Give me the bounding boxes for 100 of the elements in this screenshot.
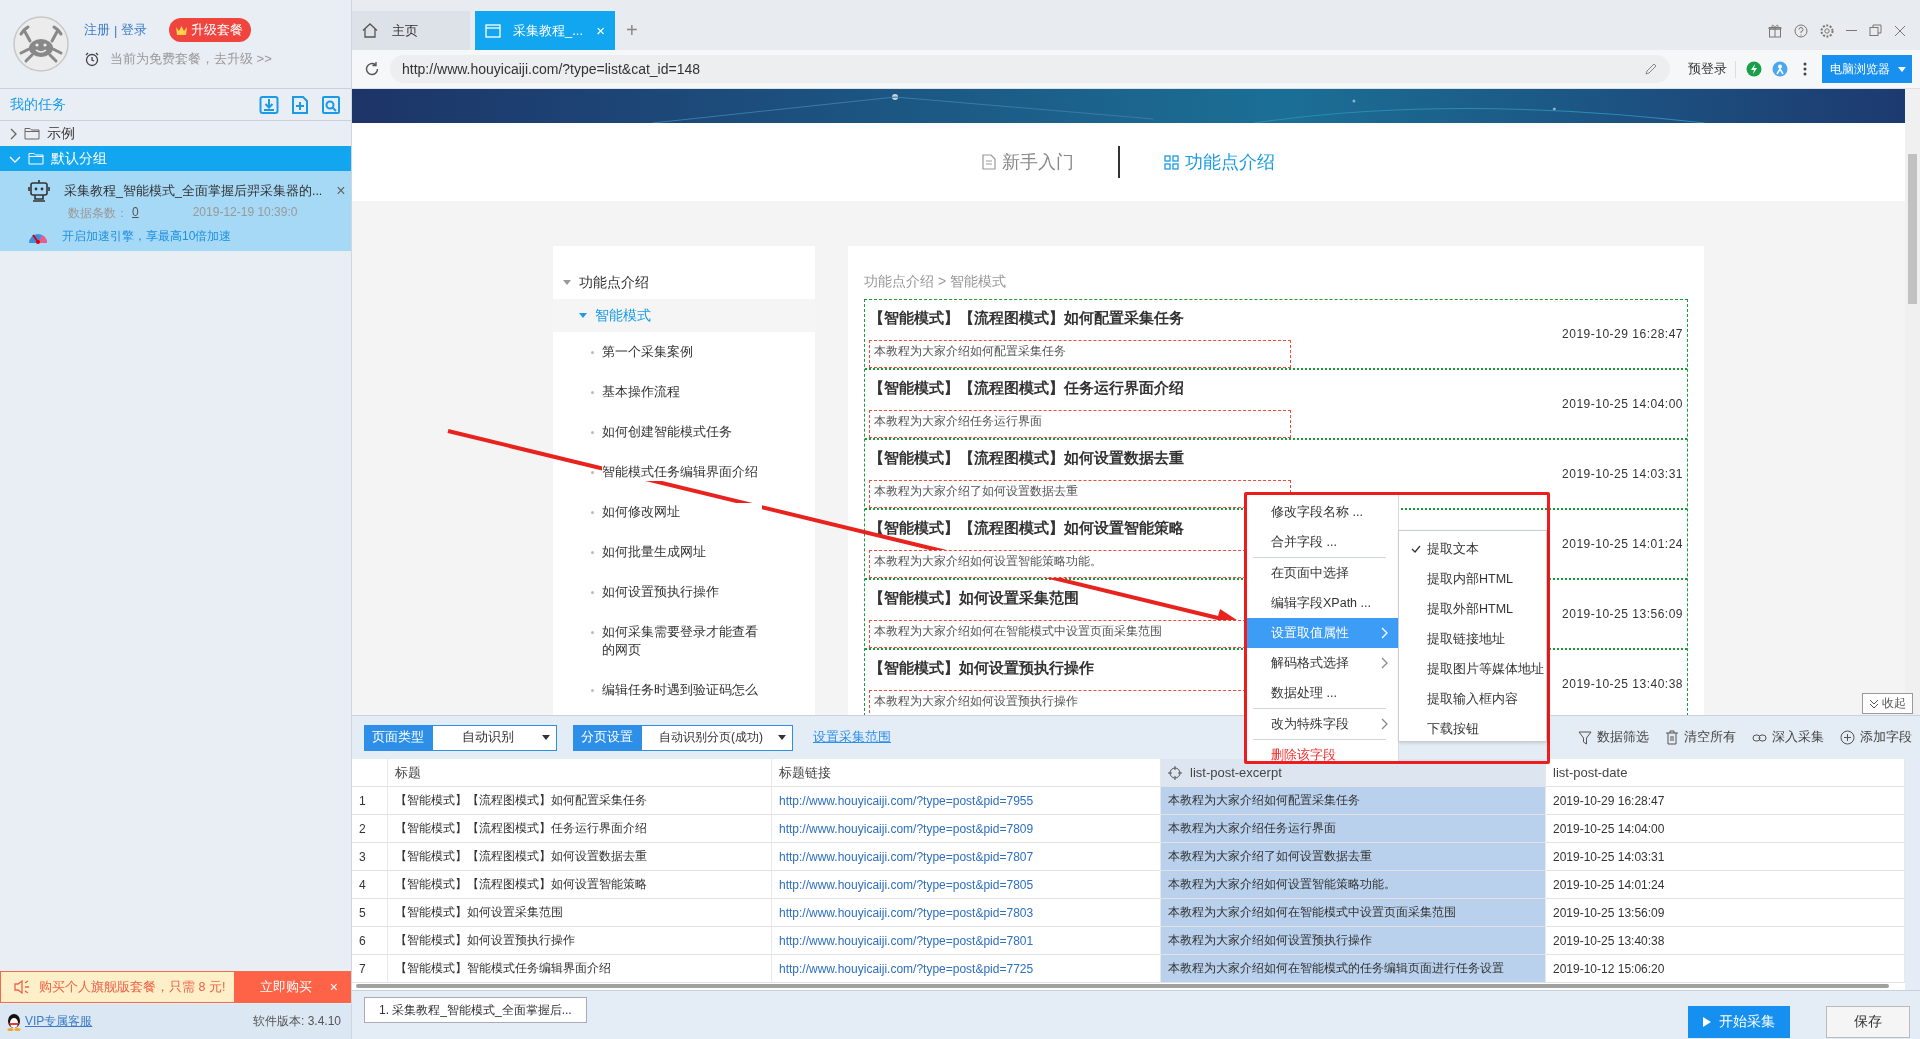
row-number: 2 bbox=[352, 815, 388, 843]
article-date: 2019-10-25 14:01:24 bbox=[1562, 537, 1683, 551]
close-button[interactable]: × bbox=[336, 182, 346, 200]
menu-item[interactable]: 在页面中选择 bbox=[1247, 558, 1398, 588]
search-document-icon bbox=[321, 94, 341, 115]
pencil-icon bbox=[1644, 62, 1658, 76]
chevron-right-icon bbox=[1380, 627, 1388, 639]
vertical-scrollbar[interactable] bbox=[1905, 89, 1920, 715]
crown-icon bbox=[175, 24, 189, 36]
import-button[interactable] bbox=[259, 94, 279, 115]
task-tab[interactable]: 1. 采集教程_智能模式_全面掌握后... bbox=[364, 997, 587, 1023]
double-chevron-down-icon bbox=[1869, 698, 1879, 709]
toolbar-action-button[interactable]: 深入采集 bbox=[1752, 729, 1824, 746]
menu-item[interactable]: 解码格式选择 bbox=[1247, 648, 1398, 678]
menu-item[interactable]: 下载按钮 bbox=[1399, 714, 1546, 744]
link-cell[interactable]: http://www.houyicaiji.com/?type=post&pid=7809 bbox=[772, 815, 1161, 843]
column-header[interactable]: 标题 bbox=[388, 759, 772, 787]
link-cell[interactable]: http://www.houyicaiji.com/?type=post&pid=7807 bbox=[772, 843, 1161, 871]
tree-item[interactable]: 智能模式任务编辑界面介绍 bbox=[553, 452, 815, 492]
menu-item[interactable]: 数据处理 ... bbox=[1247, 678, 1398, 708]
toolbar-action-button[interactable]: 清空所有 bbox=[1665, 729, 1736, 746]
table-cell: 2019-10-25 13:56:09 bbox=[1546, 899, 1905, 927]
article-title-link[interactable]: 【智能模式】【流程图模式】任务运行界面介绍 bbox=[869, 379, 1184, 404]
tree-item[interactable]: 编辑任务时遇到验证码怎么 bbox=[553, 670, 815, 710]
new-task-button[interactable] bbox=[290, 94, 310, 115]
address-field[interactable]: http://www.houyicaiji.com/?type=list&cat_id=148 bbox=[390, 55, 1670, 83]
prelogin-button[interactable]: 预登录 bbox=[1680, 60, 1736, 78]
article-title-link[interactable]: 【智能模式】如何设置预执行操作 bbox=[869, 659, 1094, 684]
alarm-clock-icon bbox=[84, 51, 100, 67]
upgrade-button[interactable]: 升级套餐 bbox=[169, 18, 252, 42]
link-cell[interactable]: http://www.houyicaiji.com/?type=post&pid=7801 bbox=[772, 927, 1161, 955]
tree-item[interactable]: 如何设置预执行操作 bbox=[553, 572, 815, 612]
menu-item[interactable]: 提取内部HTML bbox=[1399, 564, 1546, 594]
window-icon bbox=[485, 23, 501, 38]
column-header[interactable]: list-post-date bbox=[1546, 759, 1905, 787]
menu-item[interactable]: 提取链接地址 bbox=[1399, 624, 1546, 654]
created-time: 2019-12-19 10:39:0 bbox=[192, 205, 298, 221]
version-text: 软件版本: 3.4.10 bbox=[252, 1013, 341, 1030]
tree-item[interactable]: 功能点介绍 bbox=[553, 266, 815, 299]
article-title-link[interactable]: 【智能模式】【流程图模式】如何设置数据去重 bbox=[869, 449, 1184, 474]
caret-down-icon bbox=[579, 313, 587, 318]
page-type-select[interactable]: 自动识别 bbox=[432, 724, 557, 751]
help-icon bbox=[1794, 23, 1808, 38]
menu-item[interactable]: 提取外部HTML bbox=[1399, 594, 1546, 624]
minimize-icon bbox=[1846, 30, 1857, 31]
restore-icon bbox=[1869, 24, 1882, 37]
close-icon bbox=[1894, 24, 1906, 37]
table-cell: 【智能模式】【流程图模式】如何配置采集任务 bbox=[388, 787, 772, 815]
table-cell: 【智能模式】如何设置预执行操作 bbox=[388, 927, 772, 955]
save-button[interactable]: 保存 bbox=[1826, 1006, 1910, 1038]
check-icon bbox=[1411, 545, 1421, 553]
link-cell[interactable]: http://www.houyicaiji.com/?type=post&pid=7955 bbox=[772, 787, 1161, 815]
tree-item[interactable]: 第一个采集案例 bbox=[553, 332, 815, 372]
row-number: 1 bbox=[352, 787, 388, 815]
menu-item[interactable]: 提取图片等媒体地址 bbox=[1399, 654, 1546, 684]
menu-item[interactable]: 编辑字段XPath ... bbox=[1247, 588, 1398, 618]
row-number: 6 bbox=[352, 927, 388, 955]
person-circle-icon bbox=[1772, 61, 1788, 77]
article-title-link[interactable]: 【智能模式】如何设置采集范围 bbox=[869, 589, 1079, 614]
extension-button[interactable] bbox=[1746, 61, 1762, 77]
task-card[interactable]: 采集教程_智能模式_全面掌握后羿采集器的... × 数据条数： 0 2019-12-19 10:39:0 开启加速引擎，享最高10倍加速 bbox=[0, 171, 351, 251]
menu-item[interactable]: 改为特殊字段 bbox=[1247, 709, 1398, 739]
tree-item[interactable]: 基本操作流程 bbox=[553, 372, 815, 412]
table-cell: 本教程为大家介绍任务运行界面 bbox=[1161, 815, 1546, 843]
table-cell: 【智能模式】如何设置采集范围 bbox=[388, 899, 772, 927]
menu-item[interactable]: 提取文本 bbox=[1399, 534, 1546, 564]
link-cell[interactable]: http://www.houyicaiji.com/?type=post&pid=7805 bbox=[772, 871, 1161, 899]
menu-item[interactable]: 提取输入框内容 bbox=[1399, 684, 1546, 714]
vip-support-link[interactable]: VIP专属客服 bbox=[25, 1013, 250, 1030]
site-nav-tab[interactable]: 新手入门 bbox=[938, 150, 1118, 174]
task-title: 采集教程_智能模式_全面掌握后羿采集器的... bbox=[64, 182, 323, 200]
tree-item[interactable]: 如何创建智能模式任务 bbox=[553, 412, 815, 452]
row-number: 3 bbox=[352, 843, 388, 871]
page-type-label: 页面类型 bbox=[364, 724, 432, 751]
login-link[interactable]: 登录 bbox=[121, 21, 148, 39]
column-header[interactable]: 标题链接 bbox=[772, 759, 1161, 787]
separator-text: | bbox=[114, 22, 118, 38]
promo-text: 购买个人旗舰版套餐，只需 8 元! bbox=[39, 978, 226, 996]
article-title-link[interactable]: 【智能模式】【流程图模式】如何配置采集任务 bbox=[869, 309, 1184, 334]
row-number: 4 bbox=[352, 871, 388, 899]
count-label: 数据条数： bbox=[68, 205, 128, 222]
collapse-button[interactable]: 收起 bbox=[1862, 693, 1913, 714]
task-group-item[interactable]: 示例 bbox=[0, 121, 351, 146]
paging-select[interactable]: 自动识别分页(成功) bbox=[641, 724, 793, 751]
browser-tab[interactable]: 主页 bbox=[352, 11, 470, 50]
extension-button[interactable] bbox=[1772, 61, 1788, 77]
search-tasks-button[interactable] bbox=[321, 94, 341, 115]
horizontal-scrollbar[interactable] bbox=[352, 983, 1905, 990]
register-link[interactable]: 注册 bbox=[84, 21, 110, 39]
tree-item[interactable]: 如何批量生成网址 bbox=[553, 532, 815, 572]
speaker-icon bbox=[13, 979, 31, 995]
gift-icon bbox=[1768, 23, 1782, 38]
toolbar-action-button[interactable]: 添加字段 bbox=[1840, 729, 1912, 746]
tree-item[interactable]: 如何修改网址 bbox=[553, 492, 815, 532]
tree-item[interactable]: 如何采集需要登录才能查看的网页 bbox=[553, 612, 815, 670]
breadcrumb: 功能点介绍 > 智能模式 bbox=[864, 273, 1007, 291]
article-date: 2019-10-25 14:04:00 bbox=[1562, 397, 1683, 411]
toolbar-action-button[interactable]: 数据筛选 bbox=[1578, 729, 1649, 746]
menu-item[interactable]: 合并字段 ... bbox=[1247, 527, 1398, 557]
link-cell[interactable]: http://www.houyicaiji.com/?type=post&pid=7803 bbox=[772, 899, 1161, 927]
